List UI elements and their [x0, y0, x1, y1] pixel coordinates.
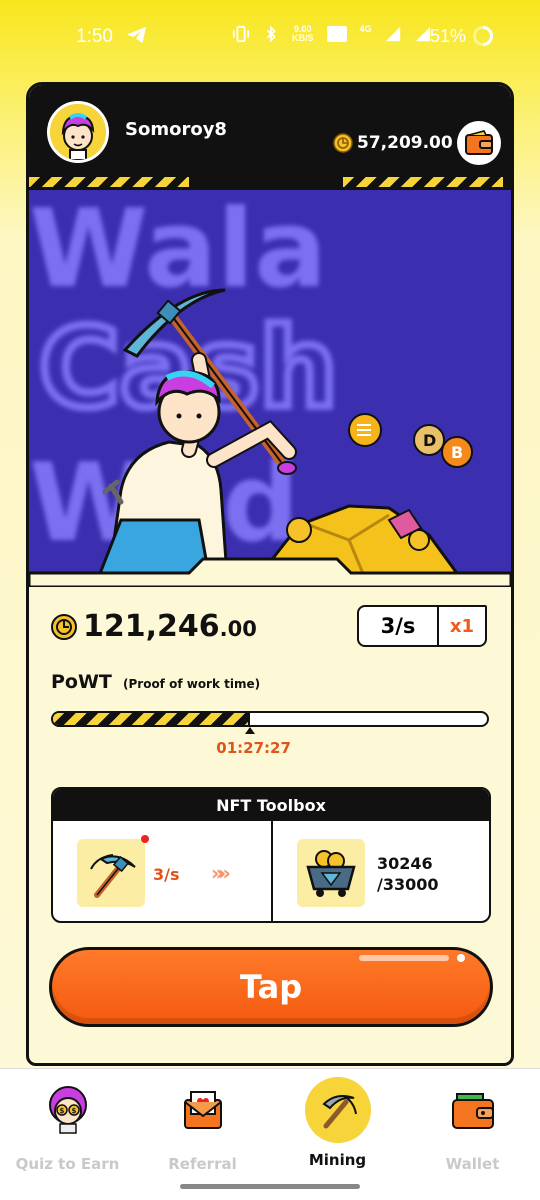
network-speed: 9.00 KB/S — [292, 24, 314, 43]
mining-rate: 3/s — [359, 607, 439, 645]
hazard-stripe-left — [29, 177, 189, 187]
capacity-current: 30246 — [377, 854, 433, 873]
username: Somoroy8 — [125, 119, 227, 140]
hazard-stripe-right — [343, 177, 503, 187]
nav-label: Referral — [168, 1155, 237, 1173]
powt-subtitle: (Proof of work time) — [123, 677, 261, 691]
svg-text:D: D — [423, 431, 436, 450]
tool-icon-box — [77, 839, 145, 907]
powt-progress-bar — [51, 711, 489, 727]
battery-percent: 51% — [430, 26, 467, 46]
toolbox-cart-slot[interactable]: 30246 /33000 — [273, 821, 489, 921]
mining-illustration: Wala Cash Wild D B — [29, 190, 511, 576]
nav-label: Quiz to Earn — [15, 1155, 120, 1173]
signal-icon — [385, 26, 400, 42]
powt-progress-fill — [53, 713, 251, 725]
battery-icon — [473, 26, 493, 46]
avatar[interactable] — [47, 101, 109, 163]
wallet-button[interactable] — [457, 121, 501, 165]
telegram-icon — [127, 26, 147, 44]
tap-button-shine — [359, 955, 449, 961]
system-icons: 9.00 KB/S 4G — [232, 24, 432, 44]
rate-multiplier: x1 — [449, 615, 475, 637]
tap-button-sparkle — [457, 954, 465, 962]
arrows-icon: »» — [211, 861, 231, 885]
powt-title: PoWT — [51, 671, 112, 693]
mining-card: Somoroy8 57,209.00 Wala Cash D B 121,246… — [26, 82, 514, 1066]
quiz-avatar-icon: $ $ — [41, 1083, 95, 1137]
pickaxe-icon — [90, 854, 136, 898]
cart-capacity: 30246 /33000 — [377, 853, 439, 895]
capacity-max: /33000 — [377, 875, 439, 894]
bluetooth-icon — [266, 25, 276, 43]
wallet-icon — [465, 130, 493, 155]
nav-item-referral[interactable]: Referral — [135, 1083, 270, 1173]
mined-integer: 121,246 — [83, 609, 220, 644]
toolbox-tool-slot[interactable]: 3/s »» — [53, 821, 273, 921]
toolbox-title: NFT Toolbox — [53, 789, 489, 821]
coin-icon — [333, 133, 353, 153]
nav-label: Mining — [308, 1151, 367, 1169]
mine-cart-icon — [306, 850, 356, 897]
balance-value: 57,209.00 — [357, 133, 453, 153]
wallet-icon — [446, 1083, 500, 1137]
svg-text:B: B — [451, 443, 463, 462]
svg-text:$: $ — [71, 1107, 76, 1115]
mined-decimal: .00 — [219, 617, 257, 641]
status-bar: 1:50 9.00 KB/S 4G 51% — [0, 0, 540, 76]
volte-icon — [326, 26, 347, 42]
coin-icon — [51, 613, 77, 640]
home-indicator[interactable] — [180, 1184, 360, 1189]
hero-divider — [29, 557, 511, 587]
coin-balance: 57,209.00 — [333, 133, 453, 153]
progress-marker — [245, 727, 256, 734]
signal-icon-2 — [415, 26, 430, 42]
vibrate-icon — [232, 25, 250, 43]
nav-label: Wallet — [445, 1155, 500, 1173]
bottom-nav: $ $ Quiz to Earn Referral Mining Wallet — [0, 1068, 540, 1200]
mined-amount: 121,246 .00 — [51, 609, 257, 644]
mining-rate-box: 3/s x1 — [357, 605, 487, 647]
svg-text:$: $ — [59, 1107, 64, 1115]
nft-toolbox: NFT Toolbox 3/s »» 30246 /33000 — [51, 787, 491, 923]
powt-time-remaining: 01:27:27 — [216, 739, 291, 757]
card-header: Somoroy8 57,209.00 — [29, 85, 511, 193]
hero-bg-text-1: Wala — [29, 190, 327, 312]
nav-item-wallet[interactable]: Wallet — [405, 1083, 540, 1173]
cart-icon-box — [297, 839, 365, 907]
referral-envelope-icon — [176, 1083, 230, 1137]
miner-scene: Wala Cash Wild D B — [29, 190, 511, 576]
nav-item-quiz-to-earn[interactable]: $ $ Quiz to Earn — [0, 1083, 135, 1173]
nav-item-mining[interactable]: Mining — [270, 1077, 405, 1169]
user-avatar-icon — [50, 104, 106, 160]
status-time: 1:50 — [76, 26, 113, 47]
notification-dot — [141, 835, 149, 843]
tool-rate: 3/s — [153, 865, 180, 884]
pickaxe-icon — [304, 1077, 371, 1143]
signal-type: 4G — [359, 24, 372, 34]
